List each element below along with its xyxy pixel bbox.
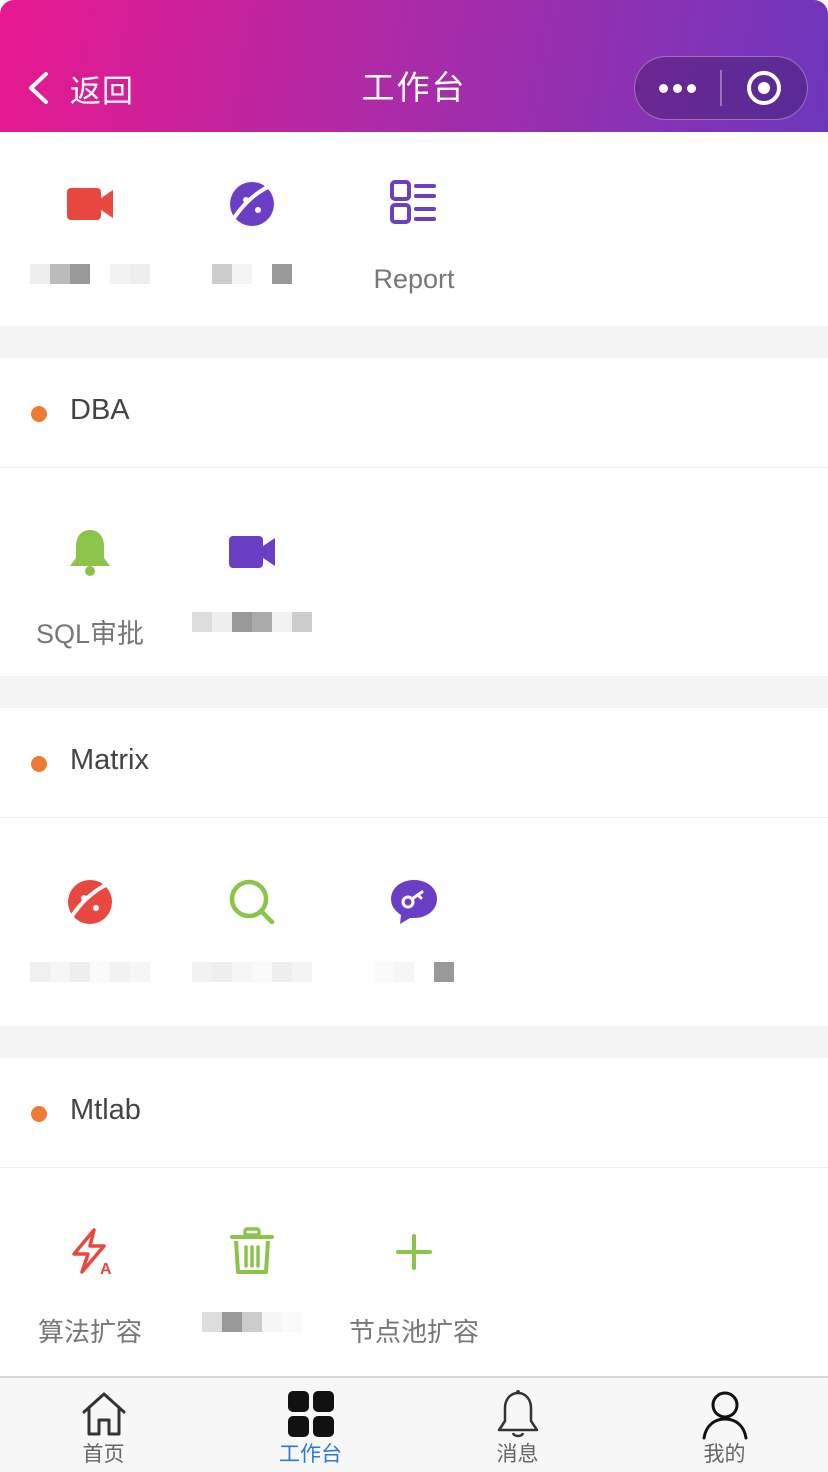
grid-icon (287, 1391, 334, 1437)
bottom-tab-bar: 首页 工作台 消息 我的 (0, 1376, 828, 1472)
tile-dba-2[interactable] (172, 526, 332, 652)
chat-key-icon (391, 880, 437, 924)
planet-icon (68, 880, 114, 924)
top-tile-1[interactable] (10, 178, 170, 304)
tile-label: 算法扩容 (37, 1318, 142, 1348)
section-title: DBA (70, 394, 130, 426)
section-separator (0, 676, 828, 708)
svg-text:A: A (100, 1261, 112, 1278)
more-dots-icon (659, 83, 697, 93)
section-separator (0, 326, 828, 358)
tile-sql-approval[interactable]: SQL审批 (10, 526, 170, 649)
section-header-mtlab: Mtlab (0, 1058, 828, 1168)
tile-label: SQL审批 (35, 619, 145, 649)
video-camera-icon (67, 188, 113, 220)
tab-label: 我的 (703, 1442, 746, 1466)
bell-outline-icon (497, 1390, 538, 1438)
section-title: Matrix (70, 744, 149, 776)
top-tile-2[interactable] (172, 178, 332, 304)
planet-icon (230, 182, 276, 226)
report-list-icon (390, 180, 436, 224)
flash-a-icon: A (72, 1228, 112, 1278)
tile-node-pool-scaleup[interactable]: 节点池扩容 (334, 1226, 494, 1348)
plus-icon (396, 1234, 432, 1270)
tile-label: 节点池扩容 (348, 1318, 479, 1348)
section-dot (31, 406, 47, 422)
tile-matrix-3[interactable] (334, 876, 494, 1002)
tile-label: Report (373, 264, 455, 294)
blurred-label (334, 962, 494, 1002)
person-icon (702, 1391, 747, 1440)
trash-icon (230, 1227, 274, 1274)
target-circle-icon (747, 71, 782, 105)
bell-icon (70, 530, 110, 576)
top-tile-report[interactable]: Report (334, 178, 494, 296)
section-dot (31, 1106, 47, 1122)
blurred-label (10, 264, 170, 304)
blurred-label (172, 1312, 332, 1352)
tab-messages[interactable]: 消息 (414, 1378, 621, 1472)
section-header-matrix: Matrix (0, 708, 828, 818)
home-icon (82, 1392, 125, 1436)
mini-program-capsule (634, 56, 808, 120)
close-button[interactable] (722, 56, 807, 120)
tab-workbench[interactable]: 工作台 (207, 1378, 414, 1472)
blurred-label (172, 612, 332, 652)
tab-home[interactable]: 首页 (0, 1378, 207, 1472)
nav-header: 返回 工作台 (0, 0, 828, 132)
blurred-label (10, 962, 170, 1002)
tile-mtlab-2[interactable] (172, 1226, 332, 1352)
section-title: Mtlab (70, 1094, 141, 1126)
tile-matrix-2[interactable] (172, 876, 332, 1002)
search-icon (229, 879, 275, 925)
tile-matrix-1[interactable] (10, 876, 170, 1002)
tab-profile[interactable]: 我的 (621, 1378, 828, 1472)
section-dot (31, 756, 47, 772)
section-header-dba: DBA (0, 358, 828, 468)
more-button[interactable] (635, 56, 720, 120)
blurred-label (172, 962, 332, 1002)
blurred-label (172, 264, 332, 304)
tab-label: 首页 (82, 1442, 125, 1466)
video-camera-icon (229, 536, 275, 568)
section-separator (0, 1026, 828, 1058)
tab-label: 工作台 (279, 1442, 342, 1466)
tab-label: 消息 (496, 1442, 539, 1466)
tile-algorithm-scaleup[interactable]: A 算法扩容 (10, 1226, 170, 1348)
